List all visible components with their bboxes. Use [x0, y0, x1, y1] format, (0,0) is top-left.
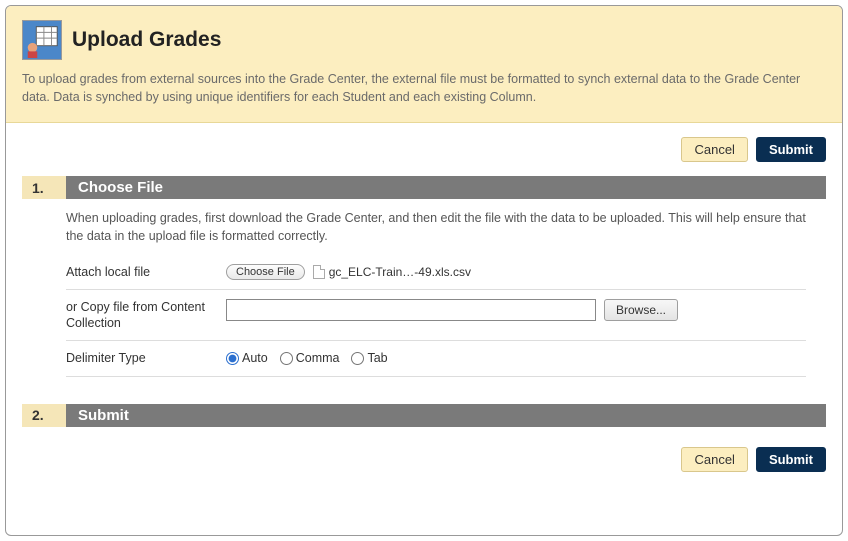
- header-banner: Upload Grades To upload grades from exte…: [6, 6, 842, 123]
- divider: [66, 289, 806, 290]
- page-frame: Upload Grades To upload grades from exte…: [5, 5, 843, 536]
- section-2-header: 2. Submit: [22, 404, 826, 427]
- divider: [66, 340, 806, 341]
- content-collection-input[interactable]: [226, 299, 596, 321]
- radio-tab-label: Tab: [367, 351, 387, 365]
- attach-input-area: Choose File gc_ELC-Train…-49.xls.csv: [226, 264, 826, 280]
- intro-text: To upload grades from external sources i…: [22, 70, 826, 106]
- attach-row: Attach local file Choose File gc_ELC-Tra…: [66, 258, 826, 286]
- radio-tab[interactable]: Tab: [351, 351, 387, 365]
- selected-filename: gc_ELC-Train…-49.xls.csv: [329, 265, 471, 279]
- page-title: Upload Grades: [72, 28, 221, 52]
- button-row-bottom: Cancel Submit: [22, 447, 826, 472]
- cancel-button[interactable]: Cancel: [681, 137, 747, 162]
- section-1-number: 1.: [22, 176, 66, 199]
- title-row: Upload Grades: [22, 20, 826, 60]
- section-1-desc: When uploading grades, first download th…: [66, 209, 826, 245]
- grades-icon: [22, 20, 62, 60]
- button-row-top: Cancel Submit: [22, 137, 826, 162]
- section-1-title: Choose File: [66, 176, 826, 199]
- radio-auto-label: Auto: [242, 351, 268, 365]
- section-2-title: Submit: [66, 404, 826, 427]
- content-area: Cancel Submit 1. Choose File When upload…: [6, 123, 842, 471]
- divider: [66, 376, 806, 377]
- delimiter-radio-group: Auto Comma Tab: [226, 351, 826, 365]
- radio-comma[interactable]: Comma: [280, 351, 340, 365]
- radio-auto-input[interactable]: [226, 352, 239, 365]
- radio-comma-input[interactable]: [280, 352, 293, 365]
- section-1-body: When uploading grades, first download th…: [22, 209, 826, 389]
- choose-file-button[interactable]: Choose File: [226, 264, 305, 280]
- submit-button-bottom[interactable]: Submit: [756, 447, 826, 472]
- section-1-header: 1. Choose File: [22, 176, 826, 199]
- delimiter-label: Delimiter Type: [66, 350, 226, 366]
- submit-button[interactable]: Submit: [756, 137, 826, 162]
- copy-row: or Copy file from Content Collection Bro…: [66, 293, 826, 338]
- copy-input-area: Browse...: [226, 299, 826, 321]
- delimiter-row: Delimiter Type Auto Comma Tab: [66, 344, 826, 372]
- radio-comma-label: Comma: [296, 351, 340, 365]
- file-icon: [313, 265, 325, 279]
- copy-label: or Copy file from Content Collection: [66, 299, 226, 332]
- browse-button[interactable]: Browse...: [604, 299, 678, 321]
- section-2-number: 2.: [22, 404, 66, 427]
- radio-auto[interactable]: Auto: [226, 351, 268, 365]
- radio-tab-input[interactable]: [351, 352, 364, 365]
- attach-label: Attach local file: [66, 264, 226, 280]
- cancel-button-bottom[interactable]: Cancel: [681, 447, 747, 472]
- selected-file-chip: gc_ELC-Train…-49.xls.csv: [313, 265, 471, 279]
